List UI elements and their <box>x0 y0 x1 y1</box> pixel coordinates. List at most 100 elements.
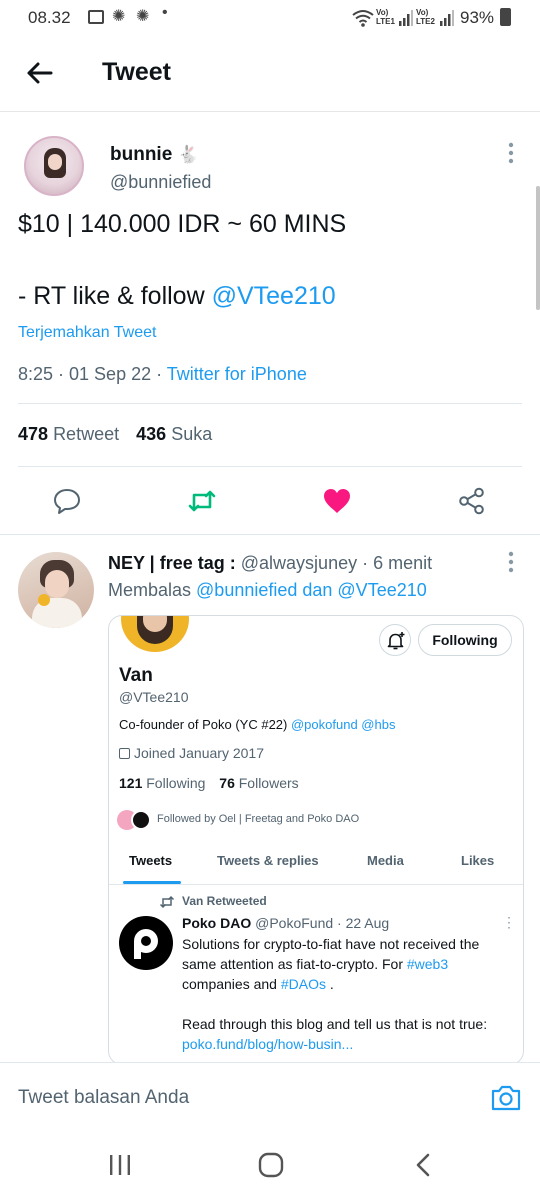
network-label-1: Vo) LTE1 <box>376 8 395 26</box>
system-nav-bar <box>0 1126 540 1200</box>
gallery-icon <box>88 10 104 24</box>
translate-tweet-link[interactable]: Terjemahkan Tweet <box>18 324 156 342</box>
like-heart-icon[interactable] <box>322 486 352 516</box>
divider <box>109 884 523 885</box>
inner-tweet-line: companies and #DAOs . <box>182 974 487 994</box>
tweet-stats: 478 Retweet 436 Suka <box>18 424 212 445</box>
profile-bio: Co-founder of Poko (YC #22) @pokofund @h… <box>119 717 395 732</box>
profile-avatar <box>121 616 189 652</box>
author-name-row[interactable]: bunnie 🐇 <box>110 144 199 166</box>
tweet-text: - RT like & follow <box>18 282 212 310</box>
inner-tweet-header: Poko DAO @PokoFund · 22 Aug <box>182 915 389 931</box>
app-header: Tweet <box>0 36 540 112</box>
inner-tweet-line: Solutions for crypto-to-fiat have not re… <box>182 936 480 952</box>
bio-links: @pokofund @hbs <box>290 717 396 732</box>
reply-composer: Tweet balasan Anda <box>0 1062 540 1126</box>
divider <box>0 534 540 535</box>
joined-text: Joined January 2017 <box>134 745 264 761</box>
following-button[interactable]: Following <box>418 624 512 656</box>
notification-icon: ✺ <box>136 8 150 25</box>
tweet-text-line-2: - RT like & follow @VTee210 <box>18 282 336 311</box>
reply-header: NEY | free tag : @alwaysjuney · 6 menit <box>108 553 432 574</box>
tweet-meta: 8:25 · 01 Sep 22 · Twitter for iPhone <box>18 364 307 385</box>
battery-percent: 93% <box>460 8 495 27</box>
signal-icon <box>399 10 413 26</box>
bunny-icon: 🐇 <box>177 145 199 164</box>
followers-count: 76 <box>219 775 235 791</box>
divider <box>18 403 522 404</box>
status-time: 08.32 <box>28 8 71 27</box>
profile-name: Van <box>119 665 153 686</box>
profile-tabs: Tweets Tweets & replies Media Likes <box>109 853 523 885</box>
network-label-2: Vo) LTE2 <box>416 8 435 26</box>
status-bar: 08.32 ✺ ✺ • Vo) LTE1 Vo) LTE2 93% <box>0 0 540 36</box>
tweet-source-link[interactable]: Twitter for iPhone <box>167 364 307 384</box>
reply-handle-time: @alwaysjuney · 6 menit <box>240 553 433 573</box>
notifications-bell-button[interactable] <box>379 624 411 656</box>
retweeted-icon <box>159 895 175 909</box>
poko-dao-avatar <box>119 916 173 970</box>
reply-icon[interactable] <box>52 486 82 516</box>
retweet-count: 478 <box>18 424 49 444</box>
bell-plus-icon <box>387 632 405 650</box>
more-options-icon[interactable] <box>503 551 519 573</box>
scrollbar[interactable] <box>536 186 540 310</box>
back-arrow-icon[interactable] <box>24 58 54 88</box>
mention-link[interactable]: @VTee210 <box>212 282 336 310</box>
inner-tweet-text: Solutions for crypto-to-fiat have not re… <box>182 934 487 1054</box>
reply-author-name[interactable]: NEY | free tag : <box>108 553 236 573</box>
like-label: Suka <box>171 424 213 444</box>
signal-icon <box>440 10 454 26</box>
inner-author-name: Poko DAO <box>182 915 252 931</box>
hashtag: #DAOs <box>280 976 326 992</box>
replying-mentions[interactable]: @bunniefied dan @VTee210 <box>196 580 427 600</box>
page-title: Tweet <box>102 58 171 86</box>
attached-image-card[interactable]: Following Van @VTee210 Co-founder of Pok… <box>108 615 524 1065</box>
reply-input[interactable]: Tweet balasan Anda <box>18 1087 189 1109</box>
retweet-label: Retweet <box>53 424 120 444</box>
replying-to: Membalas @bunniefied dan @VTee210 <box>108 580 427 601</box>
followers-label: Followers <box>238 775 299 791</box>
divider <box>18 466 522 467</box>
more-options-icon: ⋮ <box>502 914 516 930</box>
inner-tweet-link: poko.fund/blog/how-busin... <box>182 1036 354 1052</box>
inner-handle-date: @PokoFund · 22 Aug <box>255 915 390 931</box>
like-stat[interactable]: 436 Suka <box>136 424 212 444</box>
dot-icon: • <box>162 4 168 21</box>
battery-icon <box>500 8 511 26</box>
retweet-icon[interactable] <box>187 486 217 516</box>
bio-text: Co-founder of Poko (YC #22) <box>119 717 291 732</box>
like-count: 436 <box>136 424 167 444</box>
reply-author-avatar[interactable] <box>18 552 94 628</box>
share-icon[interactable] <box>457 486 487 516</box>
inner-tweet-line: same attention as fiat-to-crypto. For #w… <box>182 954 487 974</box>
inner-text: . <box>325 976 334 992</box>
tab-media: Media <box>367 853 404 868</box>
camera-icon[interactable] <box>490 1083 522 1111</box>
back-icon[interactable] <box>412 1152 434 1178</box>
author-handle[interactable]: @bunniefied <box>110 172 211 193</box>
calendar-icon <box>119 748 130 759</box>
author-name: bunnie <box>110 144 173 165</box>
hashtag: #web3 <box>406 956 449 972</box>
home-icon[interactable] <box>258 1152 284 1178</box>
follower-avatar <box>131 810 151 830</box>
more-options-icon[interactable] <box>503 142 519 164</box>
recent-apps-icon[interactable] <box>108 1154 132 1176</box>
retweeted-by: Van Retweeted <box>182 894 267 908</box>
follow-stats: 121 Following 76 Followers <box>119 775 299 791</box>
wifi-icon <box>352 10 374 27</box>
retweet-stat[interactable]: 478 Retweet <box>18 424 119 444</box>
following-label: Following <box>146 775 206 791</box>
inner-text: companies and <box>182 976 281 992</box>
profile-handle: @VTee210 <box>119 689 189 705</box>
followed-by-text: Followed by Oel | Freetag and Poko DAO <box>157 813 360 825</box>
inner-tweet-line: Read through this blog and tell us that … <box>182 1016 488 1032</box>
tab-tweets: Tweets <box>129 853 173 868</box>
replying-label: Membalas <box>108 580 197 600</box>
joined-date: Joined January 2017 <box>119 745 264 761</box>
notification-icon: ✺ <box>112 8 126 25</box>
inner-text: same attention as fiat-to-crypto. For <box>182 956 407 972</box>
author-avatar[interactable] <box>24 136 84 196</box>
following-count: 121 <box>119 775 143 791</box>
